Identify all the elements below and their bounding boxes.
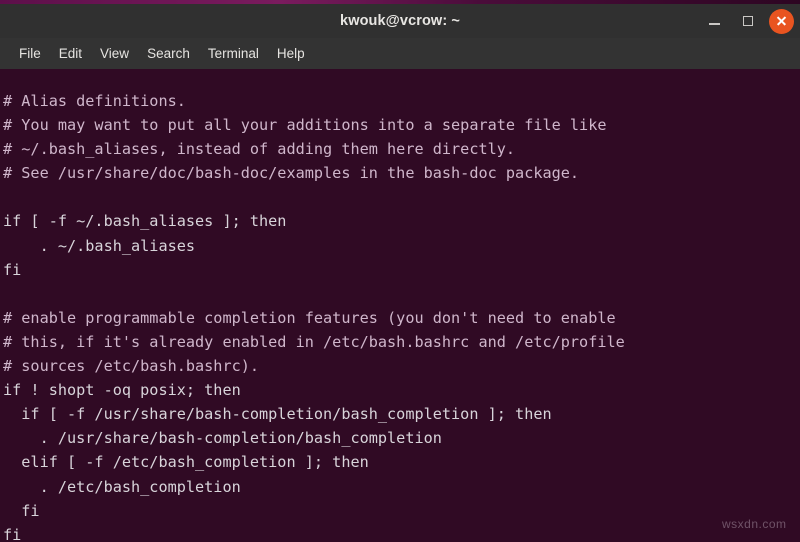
vim-statusline: 119,1 Bot	[0, 512, 800, 542]
terminal-line: # this, if it's already enabled in /etc/…	[3, 332, 625, 351]
terminal-line: # ~/.bash_aliases, instead of adding the…	[3, 140, 516, 159]
terminal-line: elif [ -f /etc/bash_completion ]; then	[3, 453, 369, 472]
maximize-icon	[743, 16, 753, 26]
window-titlebar[interactable]: kwouk@vcrow: ~	[0, 4, 800, 38]
terminal-line: # You may want to put all your additions…	[3, 116, 607, 135]
terminal-line: if [ -f /usr/share/bash-completion/bash_…	[3, 405, 552, 424]
menubar: File Edit View Search Terminal Help	[0, 38, 800, 69]
terminal-line: # See /usr/share/doc/bash-doc/examples i…	[3, 164, 580, 183]
close-icon	[776, 16, 787, 27]
terminal-line: fi	[3, 260, 22, 279]
terminal-line: # enable programmable completion feature…	[3, 308, 616, 327]
minimize-icon	[708, 23, 720, 25]
terminal-line: if [ -f ~/.bash_aliases ]; then	[3, 212, 287, 231]
menu-item-file[interactable]: File	[10, 43, 50, 64]
window-controls	[701, 4, 794, 38]
cursor-position-indicator: 119,1	[604, 536, 650, 542]
menu-item-search[interactable]: Search	[138, 43, 199, 64]
terminal-text-buffer: # Alias definitions. # You may want to pu…	[3, 89, 800, 542]
terminal-line: # sources /etc/bash.bashrc).	[3, 357, 260, 376]
window-title: kwouk@vcrow: ~	[340, 13, 460, 29]
terminal-line: . ~/.bash_aliases	[3, 236, 196, 255]
terminal-line: . /etc/bash_completion	[3, 477, 241, 496]
minimize-button[interactable]	[701, 8, 727, 34]
menu-item-edit[interactable]: Edit	[50, 43, 91, 64]
close-button[interactable]	[769, 8, 794, 34]
menu-item-help[interactable]: Help	[268, 43, 314, 64]
terminal-content-area[interactable]: # Alias definitions. # You may want to pu…	[0, 69, 800, 542]
terminal-line: if ! shopt -oq posix; then	[3, 381, 241, 400]
maximize-button[interactable]	[735, 8, 761, 34]
menu-item-view[interactable]: View	[91, 43, 138, 64]
terminal-window: kwouk@vcrow: ~ File Edit View Search Ter…	[0, 0, 800, 542]
terminal-line: . /usr/share/bash-completion/bash_comple…	[3, 429, 442, 448]
menu-item-terminal[interactable]: Terminal	[199, 43, 268, 64]
terminal-line: # Alias definitions.	[3, 92, 186, 110]
image-watermark: wsxdn.com	[722, 517, 787, 531]
